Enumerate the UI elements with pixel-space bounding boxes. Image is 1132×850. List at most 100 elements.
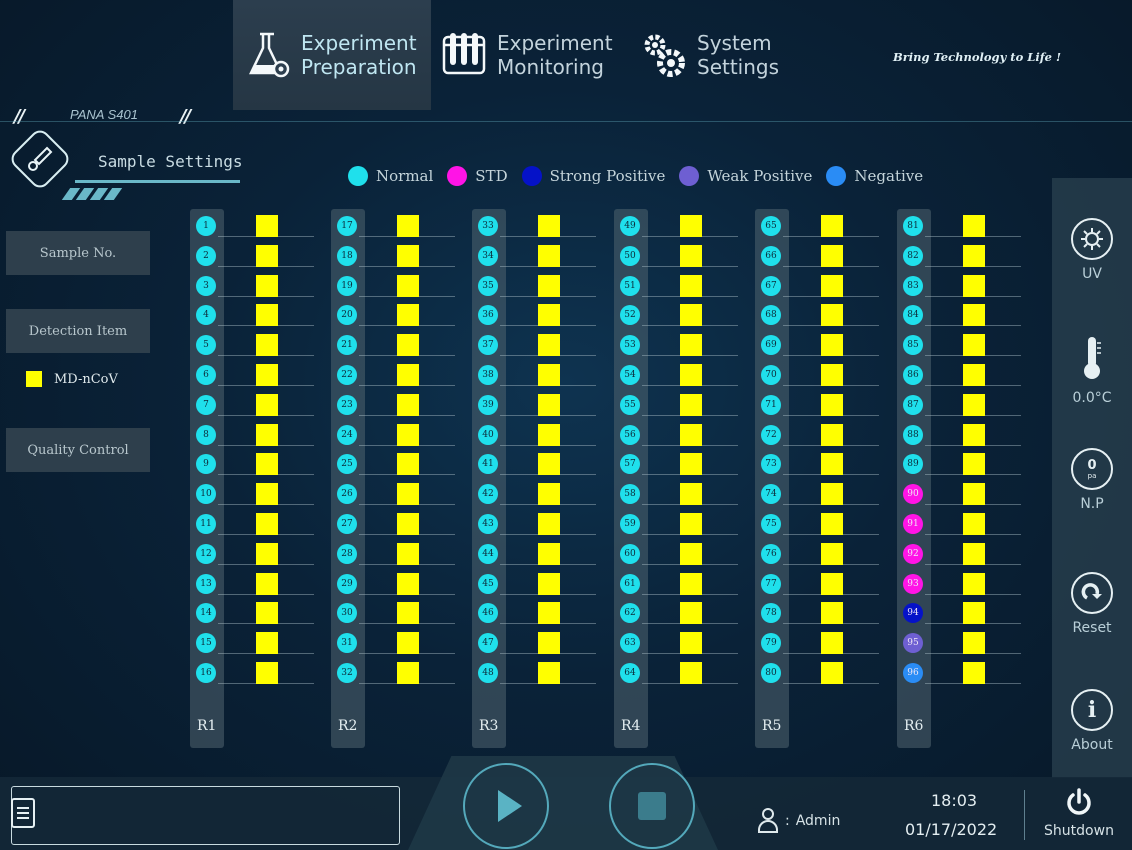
detection-cell[interactable]: [538, 542, 560, 565]
sample-slot[interactable]: 51: [620, 275, 640, 296]
detection-cell[interactable]: [538, 304, 560, 327]
detection-cell[interactable]: [680, 602, 702, 625]
sample-slot[interactable]: 17: [337, 216, 357, 236]
sample-slot[interactable]: 77: [761, 573, 781, 594]
sample-no-button[interactable]: Sample No.: [6, 231, 150, 275]
uv-button[interactable]: UV: [1052, 218, 1132, 282]
detection-cell[interactable]: [680, 542, 702, 565]
sample-slot[interactable]: 40: [478, 424, 498, 445]
detection-cell[interactable]: [680, 304, 702, 327]
stop-button[interactable]: [609, 763, 695, 849]
detection-cell[interactable]: [538, 274, 560, 297]
sample-slot[interactable]: 50: [620, 245, 640, 266]
detection-cell[interactable]: [963, 483, 985, 506]
detection-cell[interactable]: [680, 513, 702, 535]
sample-slot[interactable]: 13: [196, 573, 216, 594]
detection-cell[interactable]: [397, 602, 419, 625]
detection-cell[interactable]: [538, 364, 560, 386]
sample-slot[interactable]: 38: [478, 365, 498, 385]
detection-cell[interactable]: [397, 572, 419, 595]
sample-slot[interactable]: 91: [903, 514, 923, 534]
detection-cell[interactable]: [821, 542, 843, 565]
detection-cell[interactable]: [256, 274, 278, 297]
detection-cell[interactable]: [963, 453, 985, 476]
detection-cell[interactable]: [821, 334, 843, 357]
sample-slot[interactable]: 34: [478, 245, 498, 266]
detection-cell[interactable]: [821, 274, 843, 297]
sample-slot[interactable]: 92: [903, 543, 923, 564]
sample-slot[interactable]: 83: [903, 275, 923, 296]
detection-cell[interactable]: [680, 244, 702, 267]
detection-cell[interactable]: [256, 483, 278, 506]
shutdown-button[interactable]: Shutdown: [1033, 787, 1125, 839]
sample-slot[interactable]: 70: [761, 365, 781, 385]
sample-slot[interactable]: 18: [337, 245, 357, 266]
sample-slot[interactable]: 56: [620, 424, 640, 445]
sample-slot[interactable]: 12: [196, 543, 216, 564]
detection-cell[interactable]: [256, 244, 278, 267]
detection-cell[interactable]: [538, 393, 560, 416]
sample-slot[interactable]: 80: [761, 663, 781, 683]
timer-button[interactable]: 0 pa N.P: [1052, 448, 1132, 512]
sample-slot[interactable]: 45: [478, 573, 498, 594]
detection-cell[interactable]: [680, 453, 702, 476]
tab-system-settings[interactable]: System Settings: [634, 0, 824, 110]
sample-slot[interactable]: 1: [196, 216, 216, 236]
sample-slot[interactable]: 29: [337, 573, 357, 594]
detection-cell[interactable]: [963, 632, 985, 655]
detection-cell[interactable]: [256, 453, 278, 476]
detection-cell[interactable]: [821, 483, 843, 506]
sample-slot[interactable]: 87: [903, 394, 923, 415]
detection-cell[interactable]: [397, 662, 419, 684]
detection-cell[interactable]: [821, 215, 843, 237]
sample-slot[interactable]: 24: [337, 424, 357, 445]
sample-slot[interactable]: 7: [196, 394, 216, 415]
sample-slot[interactable]: 44: [478, 543, 498, 564]
detection-cell[interactable]: [256, 572, 278, 595]
sample-slot[interactable]: 11: [196, 514, 216, 534]
detection-cell[interactable]: [821, 513, 843, 535]
sample-slot[interactable]: 49: [620, 216, 640, 236]
sample-slot[interactable]: 55: [620, 394, 640, 415]
detection-cell[interactable]: [963, 542, 985, 565]
sample-slot[interactable]: 28: [337, 543, 357, 564]
detection-cell[interactable]: [963, 304, 985, 327]
sample-slot[interactable]: 93: [903, 573, 923, 594]
sample-slot[interactable]: 61: [620, 573, 640, 594]
sample-slot[interactable]: 3: [196, 275, 216, 296]
sample-slot[interactable]: 75: [761, 514, 781, 534]
detection-cell[interactable]: [963, 244, 985, 267]
detection-cell[interactable]: [680, 632, 702, 655]
detection-cell[interactable]: [256, 304, 278, 327]
sample-slot[interactable]: 86: [903, 365, 923, 385]
detection-cell[interactable]: [821, 632, 843, 655]
detection-cell[interactable]: [256, 364, 278, 386]
detection-cell[interactable]: [538, 244, 560, 267]
detection-cell[interactable]: [680, 483, 702, 506]
detection-cell[interactable]: [821, 304, 843, 327]
reset-button[interactable]: Reset: [1052, 572, 1132, 636]
detection-cell[interactable]: [680, 572, 702, 595]
detection-cell[interactable]: [256, 632, 278, 655]
about-button[interactable]: i About: [1052, 689, 1132, 753]
detection-cell[interactable]: [397, 453, 419, 476]
sample-slot[interactable]: 23: [337, 394, 357, 415]
detection-cell[interactable]: [680, 364, 702, 386]
sample-slot[interactable]: 19: [337, 275, 357, 296]
sample-slot[interactable]: 35: [478, 275, 498, 296]
detection-cell[interactable]: [256, 334, 278, 357]
sample-slot[interactable]: 32: [337, 663, 357, 683]
detection-cell[interactable]: [397, 334, 419, 357]
detection-cell[interactable]: [821, 244, 843, 267]
sample-slot[interactable]: 67: [761, 275, 781, 296]
sample-slot[interactable]: 27: [337, 514, 357, 534]
detection-cell[interactable]: [397, 632, 419, 655]
sample-slot[interactable]: 72: [761, 424, 781, 445]
detection-cell[interactable]: [256, 393, 278, 416]
detection-cell[interactable]: [538, 215, 560, 237]
detection-cell[interactable]: [256, 513, 278, 535]
detection-cell[interactable]: [256, 602, 278, 625]
detection-cell[interactable]: [821, 572, 843, 595]
sample-slot[interactable]: 22: [337, 365, 357, 385]
detection-cell[interactable]: [397, 364, 419, 386]
